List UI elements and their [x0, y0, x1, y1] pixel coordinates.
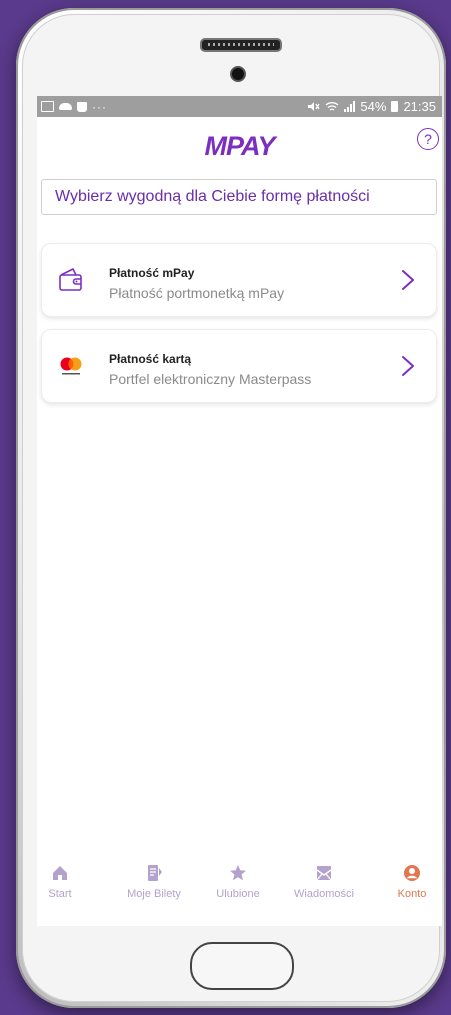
app-screen: ··· 54% 21:35 MPAY ? Wybierz wygodną dla…: [37, 96, 442, 926]
phone-camera: [230, 66, 246, 82]
mute-icon: [308, 102, 320, 111]
nav-label: Wiadomości: [294, 888, 354, 900]
masterpass-icon: [60, 357, 82, 375]
instruction-header: Wybierz wygodną dla Ciebie formę płatnoś…: [41, 179, 437, 215]
nav-start[interactable]: Start: [37, 864, 83, 900]
bag-icon: [77, 101, 87, 112]
bottom-navigation: Start Moje Bilety Ulubione Wiadomości Ko…: [37, 854, 442, 926]
mpay-logo: MPAY: [204, 131, 276, 161]
wifi-icon: [325, 102, 339, 111]
cloud-icon: [59, 103, 72, 110]
option-subtitle: Portfel elektroniczny Masterpass: [109, 371, 312, 387]
option-title: Płatność kartą: [109, 352, 192, 366]
payment-option-mpay[interactable]: Płatność mPay Płatność portmonetką mPay: [41, 243, 437, 317]
chevron-right-icon: [402, 270, 414, 290]
option-title: Płatność mPay: [109, 266, 195, 280]
clock: 21:35: [403, 99, 436, 114]
payment-option-card[interactable]: Płatność kartą Portfel elektroniczny Mas…: [41, 329, 437, 403]
nav-label: Ulubione: [216, 888, 260, 900]
chevron-right-icon: [402, 356, 414, 376]
nav-label: Start: [48, 888, 72, 900]
user-icon: [404, 865, 420, 881]
status-bar: ··· 54% 21:35: [37, 96, 442, 117]
nav-moje-bilety[interactable]: Moje Bilety: [115, 864, 193, 900]
home-button[interactable]: [190, 942, 294, 990]
wallet-icon: [59, 268, 82, 291]
option-subtitle: Płatność portmonetką mPay: [109, 285, 285, 301]
help-button[interactable]: ?: [417, 128, 439, 150]
star-icon: [230, 865, 246, 881]
mail-icon: [316, 866, 332, 881]
nav-label: Konto: [397, 888, 427, 900]
more-notifications: ···: [92, 99, 107, 114]
battery-percent: 54%: [360, 99, 387, 114]
nav-wiadomosci[interactable]: Wiadomości: [282, 864, 366, 900]
home-icon: [53, 866, 67, 880]
nav-konto[interactable]: Konto: [387, 864, 437, 900]
battery-icon: [391, 101, 399, 112]
nav-ulubione[interactable]: Ulubione: [207, 864, 269, 900]
tickets-icon: [148, 865, 162, 881]
app-bar: MPAY ?: [37, 117, 442, 173]
gallery-icon: [41, 101, 54, 112]
nav-label: Moje Bilety: [127, 888, 181, 900]
signal-icon: [344, 101, 356, 112]
phone-speaker: [200, 38, 282, 52]
